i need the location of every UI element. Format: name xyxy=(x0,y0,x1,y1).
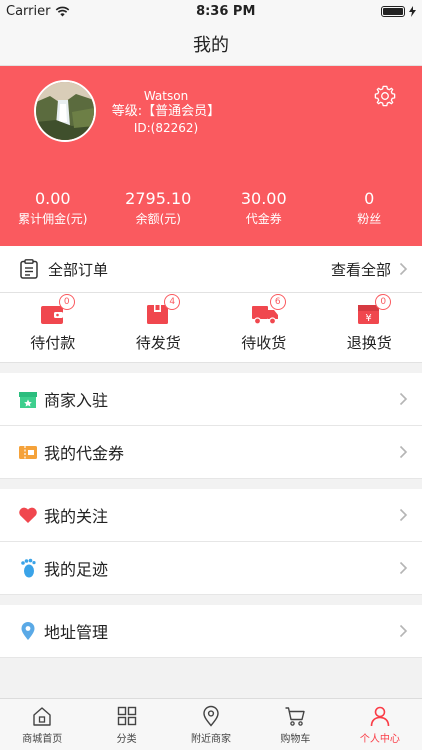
tab-profile[interactable]: 个人中心 xyxy=(338,699,422,750)
wifi-icon xyxy=(56,6,70,16)
section-gap xyxy=(0,595,422,605)
order-state-refund[interactable]: ¥ 0 退换货 xyxy=(317,293,422,362)
order-state-pending-receipt[interactable]: 6 待收货 xyxy=(211,293,317,362)
address-manage-label: 地址管理 xyxy=(44,623,109,642)
profile-header: Watson 等级:【普通会员】 ID:(82262) 0.00 累计佣金(元)… xyxy=(0,66,422,246)
cart-icon xyxy=(285,706,306,726)
order-states-row: 0 待付款 4 待发货 6 待收货 ¥ 0 退换货 xyxy=(0,293,422,363)
category-icon xyxy=(117,706,136,725)
chevron-right-icon xyxy=(399,624,408,638)
charging-icon xyxy=(408,5,416,17)
footprint-icon xyxy=(21,558,36,578)
my-vouchers-row[interactable]: 我的代金券 xyxy=(0,426,422,479)
my-follows-row[interactable]: 我的关注 xyxy=(0,489,422,542)
tab-label: 商城首页 xyxy=(22,733,63,745)
store-icon xyxy=(19,391,37,408)
stat-value: 0.00 xyxy=(34,189,71,208)
merchant-join-row[interactable]: 商家入驻 xyxy=(0,373,422,426)
gear-icon[interactable] xyxy=(374,85,396,107)
stat-value: 0 xyxy=(364,189,375,208)
section-gap xyxy=(0,363,422,373)
stat-commission[interactable]: 0.00 累计佣金(元) xyxy=(0,189,106,228)
stat-vouchers[interactable]: 30.00 代金券 xyxy=(211,189,317,228)
address-manage-row[interactable]: 地址管理 xyxy=(0,605,422,658)
stat-fans[interactable]: 0 粉丝 xyxy=(317,189,422,228)
order-state-pending-shipment[interactable]: 4 待发货 xyxy=(106,293,212,362)
stat-balance[interactable]: 2795.10 余额(元) xyxy=(106,189,212,228)
order-badge: 0 xyxy=(375,294,392,310)
section-gap xyxy=(0,479,422,489)
carrier-group: Carrier xyxy=(6,4,70,19)
order-state-label: 待发货 xyxy=(135,334,181,352)
home-icon xyxy=(33,706,51,726)
chevron-right-icon xyxy=(399,508,408,522)
order-badge: 4 xyxy=(164,294,181,310)
tab-category[interactable]: 分类 xyxy=(84,699,168,750)
order-state-pending-payment[interactable]: 0 待付款 xyxy=(0,293,106,362)
tab-home[interactable]: 商城首页 xyxy=(0,699,84,750)
svg-text:¥: ¥ xyxy=(366,313,372,324)
status-bar: Carrier 8:36 PM xyxy=(0,0,422,22)
chevron-right-icon xyxy=(399,445,408,459)
order-badge: 0 xyxy=(58,294,75,310)
stat-value: 2795.10 xyxy=(125,189,192,208)
my-footprints-label: 我的足迹 xyxy=(44,560,109,579)
stat-label: 代金券 xyxy=(245,212,282,226)
stats-row: 0.00 累计佣金(元) 2795.10 余额(元) 30.00 代金券 0 粉… xyxy=(0,189,422,228)
person-icon xyxy=(370,706,390,726)
stat-value: 30.00 xyxy=(240,189,287,208)
my-follows-label: 我的关注 xyxy=(44,507,109,526)
user-id: ID:(82262) xyxy=(133,121,199,135)
order-state-label: 待收货 xyxy=(241,334,287,352)
merchant-join-label: 商家入驻 xyxy=(44,391,109,410)
all-orders-title: 全部订单 xyxy=(48,260,109,279)
page-title: 我的 xyxy=(193,34,229,56)
battery-icon xyxy=(380,5,405,17)
order-state-label: 退换货 xyxy=(346,334,392,352)
tab-label: 购物车 xyxy=(280,733,311,745)
location-icon xyxy=(203,705,219,727)
view-all-link[interactable]: 查看全部 xyxy=(331,259,391,280)
stat-label: 累计佣金(元) xyxy=(18,212,88,226)
avatar[interactable] xyxy=(34,80,96,142)
orders-panel: 全部订单 查看全部 0 待付款 4 待发货 6 待收货 ¥ 0 退换货 xyxy=(0,246,422,363)
tab-bar: 商城首页 分类 附近商家 购物车 个人中心 xyxy=(0,698,422,750)
battery-group xyxy=(380,5,416,17)
stat-label: 粉丝 xyxy=(357,212,382,226)
stat-label: 余额(元) xyxy=(135,212,181,226)
clipboard-icon xyxy=(20,259,38,279)
tab-nearby[interactable]: 附近商家 xyxy=(169,699,253,750)
chevron-right-icon xyxy=(399,561,408,575)
tab-label: 分类 xyxy=(116,733,137,745)
user-info: Watson 等级:【普通会员】 ID:(82262) xyxy=(110,88,222,136)
chevron-right-icon xyxy=(399,262,408,276)
order-badge: 6 xyxy=(269,294,286,310)
my-vouchers-label: 我的代金券 xyxy=(44,444,125,463)
order-state-label: 待付款 xyxy=(30,334,76,352)
user-name: Watson xyxy=(143,89,189,103)
voucher-icon xyxy=(19,446,37,459)
chevron-right-icon xyxy=(399,392,408,406)
avatar-landscape-image xyxy=(36,82,94,140)
tab-label: 个人中心 xyxy=(359,733,400,745)
carrier-label: Carrier xyxy=(6,3,51,19)
tab-cart[interactable]: 购物车 xyxy=(253,699,337,750)
nav-bar: 我的 xyxy=(0,22,422,66)
my-footprints-row[interactable]: 我的足迹 xyxy=(0,542,422,595)
tab-label: 附近商家 xyxy=(191,733,232,745)
all-orders-row[interactable]: 全部订单 查看全部 xyxy=(0,246,422,293)
map-pin-icon xyxy=(21,622,35,640)
heart-icon xyxy=(19,507,37,523)
status-time: 8:36 PM xyxy=(196,3,256,19)
user-level: 等级:【普通会员】 xyxy=(111,104,221,119)
